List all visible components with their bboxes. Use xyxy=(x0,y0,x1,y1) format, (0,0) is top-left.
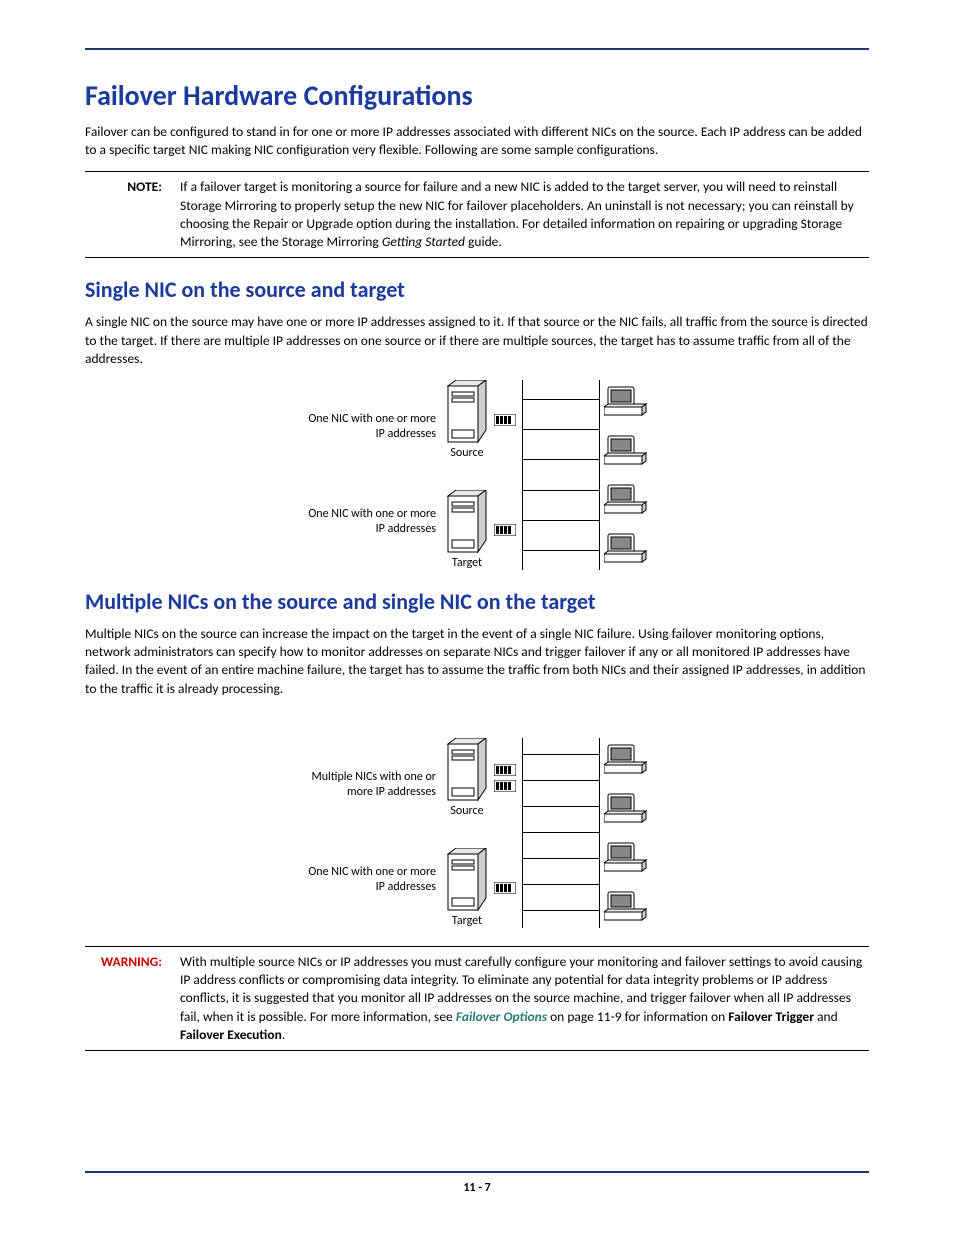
section1-body: A single NIC on the source may have one … xyxy=(85,313,869,368)
page-number: 11 - 7 xyxy=(463,1181,490,1195)
client-workstation-icon xyxy=(604,890,648,922)
section1-heading: Single NIC on the source and target xyxy=(85,276,869,303)
note-label: NOTE: xyxy=(85,178,180,251)
nic-icon xyxy=(494,524,516,536)
client-workstation-icon xyxy=(604,532,648,564)
page-title: Failover Hardware Configurations xyxy=(85,78,869,113)
client-workstation-icon xyxy=(604,385,648,417)
client-workstation-icon xyxy=(604,743,648,775)
diagram1-label-target: One NIC with one or more IP addresses xyxy=(306,507,436,537)
diagram-single-nic: One NIC with one or more IP addresses On… xyxy=(85,380,869,570)
client-workstation-icon xyxy=(604,434,648,466)
warning-text: With multiple source NICs or IP addresse… xyxy=(180,953,869,1044)
nic-icon xyxy=(494,882,516,894)
server-tower-icon xyxy=(446,738,488,802)
note-text: If a failover target is monitoring a sou… xyxy=(180,178,869,251)
client-workstation-icon xyxy=(604,841,648,873)
client-workstation-icon xyxy=(604,483,648,515)
diagram2-caption-target: Target xyxy=(446,914,488,928)
network-bus xyxy=(522,738,600,928)
nic-icon xyxy=(494,414,516,426)
diagram1-caption-source: Source xyxy=(446,446,488,460)
failover-options-link[interactable]: Failover Options xyxy=(456,1008,547,1025)
note-callout: NOTE: If a failover target is monitoring… xyxy=(85,171,869,258)
warning-callout: WARNING: With multiple source NICs or IP… xyxy=(85,946,869,1051)
warning-label: WARNING: xyxy=(85,953,180,1044)
section2-heading: Multiple NICs on the source and single N… xyxy=(85,588,869,615)
diagram2-caption-source: Source xyxy=(446,804,488,818)
diagram2-label-target: One NIC with one or more IP addresses xyxy=(306,865,436,895)
diagram1-caption-target: Target xyxy=(446,556,488,570)
server-tower-icon xyxy=(446,490,488,554)
diagram1-label-source: One NIC with one or more IP addresses xyxy=(306,412,436,442)
diagram2-label-source: Multiple NICs with one or more IP addres… xyxy=(306,770,436,800)
server-tower-icon xyxy=(446,848,488,912)
nic-icon xyxy=(494,780,516,792)
diagram-multiple-nic: Multiple NICs with one or more IP addres… xyxy=(85,738,869,928)
client-workstation-icon xyxy=(604,792,648,824)
network-bus xyxy=(522,380,600,570)
nic-icon xyxy=(494,764,516,776)
intro-paragraph: Failover can be configured to stand in f… xyxy=(85,123,869,159)
section2-body: Multiple NICs on the source can increase… xyxy=(85,625,869,698)
server-tower-icon xyxy=(446,380,488,444)
top-rule xyxy=(85,48,869,50)
page-footer: 11 - 7 xyxy=(85,1171,869,1195)
